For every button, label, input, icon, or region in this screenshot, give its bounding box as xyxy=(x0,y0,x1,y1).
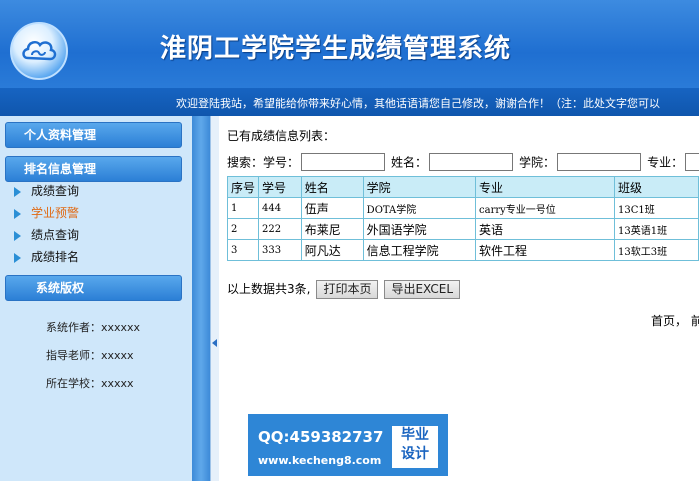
table-cell: 333 xyxy=(258,239,302,261)
badge-line: 设计 xyxy=(401,446,429,462)
college-input[interactable] xyxy=(557,153,642,171)
arrow-right-icon xyxy=(14,230,21,241)
pagination[interactable]: 首页， 前 xyxy=(651,312,699,329)
table-cell: 软件工程 xyxy=(475,239,616,261)
table-row: 2 222 布莱尼 外国语学院 英语 13英语1班 xyxy=(226,218,699,240)
page-title: 淮阴工学院学生成绩管理系统 xyxy=(160,34,512,64)
contact-watermark: QQ:459382737 www.kecheng8.com 毕业 设计 xyxy=(248,414,448,476)
scores-table: 序号 学号 姓名 学院 专业 班级 1 444 伍声 DOTA学院 carry专… xyxy=(226,176,699,261)
table-header-row: 序号 学号 姓名 学院 专业 班级 xyxy=(226,176,699,198)
sidebar-section-ranking[interactable]: 排名信息管理 xyxy=(5,156,182,182)
sidebar-section-copyright[interactable]: 系统版权 xyxy=(5,275,182,301)
table-cell: 伍声 xyxy=(300,197,364,219)
search-bar: 搜索：学号： 姓名： 学院： 专业： xyxy=(227,153,699,171)
table-cell: 222 xyxy=(258,218,302,240)
advisor-info: 指导老师：xxxxx xyxy=(46,349,134,362)
list-title: 已有成绩信息列表： xyxy=(227,129,336,143)
badge-line: 毕业 xyxy=(401,427,429,443)
column-header: 学号 xyxy=(258,176,302,198)
student-id-input[interactable] xyxy=(301,153,386,171)
student-id-label: 学号： xyxy=(263,155,300,170)
table-cell: 13软工3班 xyxy=(614,239,699,261)
print-button[interactable]: 打印本页 xyxy=(316,280,379,299)
table-cell: 1 xyxy=(226,197,260,219)
column-header: 学院 xyxy=(362,176,477,198)
table-cell: 444 xyxy=(258,197,302,219)
website-url: www.kecheng8.com xyxy=(258,454,382,467)
table-cell: 外国语学院 xyxy=(362,218,477,240)
table-cell: 3 xyxy=(226,239,260,261)
table-cell: 13英语1班 xyxy=(614,218,699,240)
arrow-right-icon xyxy=(14,208,21,219)
sidebar-item-label: 成绩排名 xyxy=(31,250,80,264)
name-label: 姓名： xyxy=(391,155,428,170)
column-header: 班级 xyxy=(614,176,699,198)
qq-number: QQ:459382737 xyxy=(258,428,384,446)
record-count-bar: 以上数据共3条, 打印本页 导出EXCEL xyxy=(227,280,461,299)
school-info: 所在学校：xxxxx xyxy=(46,377,134,390)
search-label: 搜索： xyxy=(227,155,264,170)
sidebar-item-score-ranking[interactable]: 成绩排名 xyxy=(14,247,79,267)
table-cell: 英语 xyxy=(475,218,616,240)
marquee-text: 欢迎登陆我站，希望能给你带来好心情，其他话语请您自己修改，谢谢合作！（注：此处文… xyxy=(176,97,660,110)
table-cell: DOTA学院 xyxy=(362,197,477,219)
marquee-bar: 欢迎登陆我站，希望能给你带来好心情，其他话语请您自己修改，谢谢合作！（注：此处文… xyxy=(0,88,699,116)
major-label: 专业： xyxy=(647,155,684,170)
table-cell: 2 xyxy=(226,218,260,240)
sidebar-divider xyxy=(192,116,210,481)
sidebar-item-label: 成绩查询 xyxy=(31,184,80,198)
sidebar-item-label: 学业预警 xyxy=(31,206,80,220)
college-label: 学院： xyxy=(519,155,556,170)
sidebar-item-label: 绩点查询 xyxy=(31,228,80,242)
sidebar: 个人资料管理 排名信息管理 成绩查询 学业预警 绩点查询 成绩排名 系统版权 系… xyxy=(0,116,192,481)
record-count-text: 以上数据共3条, xyxy=(227,282,311,296)
major-input[interactable] xyxy=(685,153,699,171)
sidebar-item-gpa-query[interactable]: 绩点查询 xyxy=(14,225,79,245)
table-cell: carry专业一号位 xyxy=(475,197,616,219)
sidebar-section-profile[interactable]: 个人资料管理 xyxy=(5,122,182,148)
table-cell: 阿凡达 xyxy=(300,239,364,261)
arrow-right-icon xyxy=(14,252,21,263)
column-header: 序号 xyxy=(226,176,260,198)
name-input[interactable] xyxy=(429,153,514,171)
table-row: 1 444 伍声 DOTA学院 carry专业一号位 13C1班 xyxy=(226,197,699,219)
sidebar-item-academic-warning[interactable]: 学业预警 xyxy=(14,203,79,223)
page-header: 淮阴工学院学生成绩管理系统 xyxy=(0,0,699,88)
author-info: 系统作者：xxxxxx xyxy=(46,321,141,334)
arrow-right-icon xyxy=(14,186,21,197)
table-cell: 布莱尼 xyxy=(300,218,364,240)
column-header: 专业 xyxy=(475,176,616,198)
table-cell: 信息工程学院 xyxy=(362,239,477,261)
table-row: 3 333 阿凡达 信息工程学院 软件工程 13软工3班 xyxy=(226,239,699,261)
graduation-design-badge: 毕业 设计 xyxy=(392,426,438,468)
cloud-logo-icon xyxy=(10,22,68,80)
sidebar-item-score-query[interactable]: 成绩查询 xyxy=(14,181,79,201)
table-cell: 13C1班 xyxy=(614,197,699,219)
sidebar-collapse-toggle[interactable] xyxy=(210,116,219,481)
chevron-left-icon xyxy=(212,339,217,347)
export-excel-button[interactable]: 导出EXCEL xyxy=(384,280,461,299)
column-header: 姓名 xyxy=(300,176,364,198)
